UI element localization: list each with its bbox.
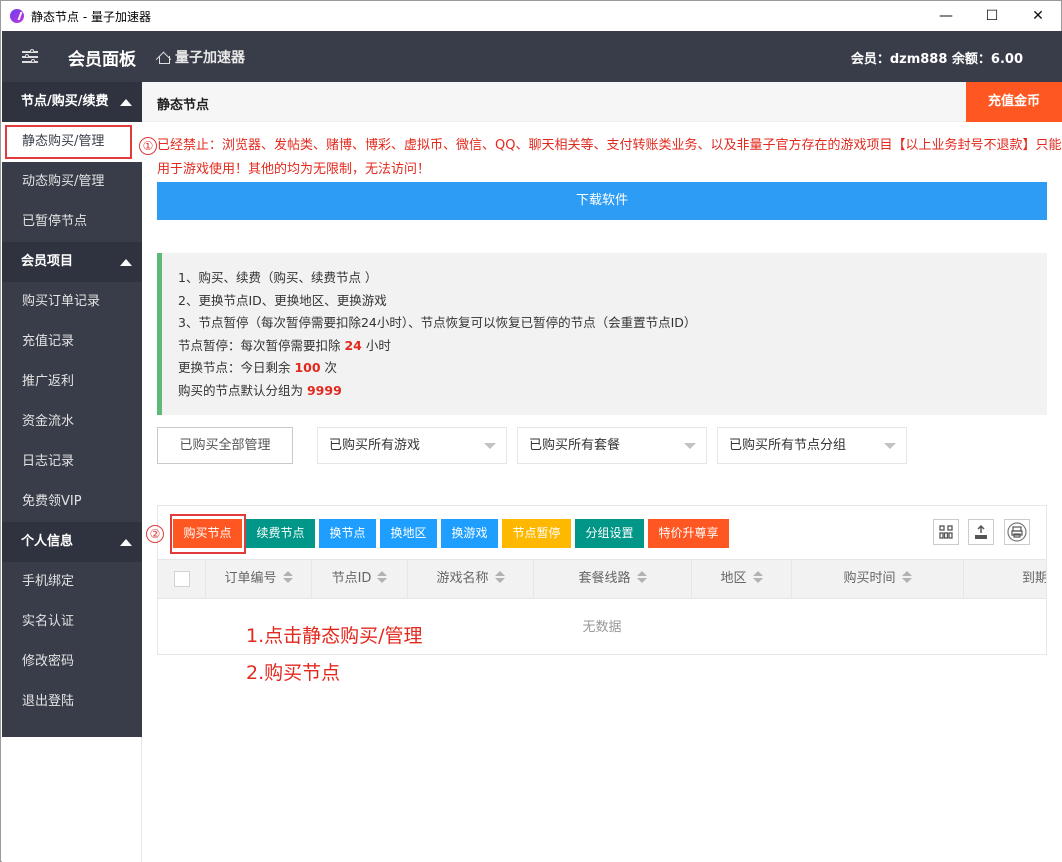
change-region-button[interactable]: 换地区 — [380, 519, 437, 548]
column-header[interactable]: 游戏名称 — [408, 560, 534, 598]
sort-icon[interactable] — [901, 571, 912, 583]
game-select[interactable]: 已购买所有游戏 — [317, 427, 507, 464]
sidebar-group-member[interactable]: 会员项目 — [2, 242, 142, 282]
annotation-step2: 2.购买节点 — [246, 662, 341, 684]
title-bar: 静态节点 - 量子加速器 — ☐ ✕ — [1, 1, 1061, 31]
export-icon[interactable] — [968, 519, 994, 545]
upgrade-premium-button[interactable]: 特价升尊享 — [648, 519, 729, 548]
sidebar-item-paused-nodes[interactable]: 已暂停节点 — [2, 202, 142, 242]
dropdown-arrow-icon — [684, 443, 696, 449]
step-marker-2: ② — [146, 525, 164, 543]
main-content: 静态节点 充值金币 ① 已经禁止：浏览器、发帖类、赌博、博彩、虚拟币、微信、QQ… — [139, 82, 1062, 862]
home-icon — [157, 51, 171, 64]
info-line: 3、节点暂停（每次暂停需要扣除24小时）、节点恢复可以恢复已暂停的节点（会重置节… — [178, 315, 697, 330]
app-logo-icon — [10, 9, 24, 23]
column-header[interactable]: 地区 — [692, 560, 792, 598]
column-header[interactable]: 订单编号 — [206, 560, 312, 598]
recharge-button[interactable]: 充值金币 — [966, 82, 1062, 122]
sort-icon[interactable] — [377, 571, 388, 583]
window-title: 静态节点 - 量子加速器 — [31, 10, 151, 24]
dropdown-arrow-icon — [484, 443, 496, 449]
sidebar-tail — [2, 737, 142, 862]
sidebar-item-funds[interactable]: 资金流水 — [2, 402, 142, 442]
member-balance: 会员：dzm888 余额：6.00 — [850, 52, 1023, 67]
column-header[interactable]: 套餐线路 — [534, 560, 692, 598]
print-icon[interactable] — [1004, 519, 1030, 545]
info-box: 1、购买、续费（购买、续费节点 ） 2、更换节点ID、更换地区、更换游戏 3、节… — [157, 253, 1047, 415]
annotation-step1: 1.点击静态购买/管理 — [246, 625, 423, 647]
renew-node-button[interactable]: 续费节点 — [246, 519, 315, 548]
sidebar: 节点/购买/续费 静态购买/管理 动态购买/管理 已暂停节点 会员项目 购买订单… — [2, 82, 142, 737]
table-header: 订单编号 节点ID 游戏名称 套餐线路 地区 购买时间 到期 — [158, 560, 1046, 599]
dropdown-arrow-icon — [884, 443, 896, 449]
columns-icon[interactable] — [933, 519, 959, 545]
minimize-button[interactable]: — — [923, 1, 969, 31]
caret-up-icon — [120, 539, 132, 546]
column-header[interactable]: 节点ID — [312, 560, 408, 598]
top-header: 会员面板 量子加速器 会员：dzm888 余额：6.00 — [2, 31, 1062, 82]
sidebar-item-realname[interactable]: 实名认证 — [2, 602, 142, 642]
page-header: 静态节点 充值金币 — [142, 82, 1062, 122]
manage-all-button[interactable]: 已购买全部管理 — [157, 427, 293, 464]
select-all-cell — [158, 560, 206, 598]
pause-node-button[interactable]: 节点暂停 — [502, 519, 571, 548]
sidebar-item-orders[interactable]: 购买订单记录 — [2, 282, 142, 322]
change-node-button[interactable]: 换节点 — [319, 519, 376, 548]
group-info: 购买的节点默认分组为 9999 — [178, 382, 342, 398]
caret-up-icon — [120, 259, 132, 266]
sidebar-group-nodes[interactable]: 节点/购买/续费 — [2, 82, 142, 122]
sliders-menu-icon[interactable] — [22, 48, 38, 64]
home-link[interactable]: 量子加速器 — [157, 47, 245, 67]
change-info: 更换节点：今日剩余 100 次 — [178, 360, 338, 375]
panel-title: 会员面板 — [68, 50, 136, 70]
sidebar-item-static-purchase[interactable]: 静态购买/管理 — [2, 122, 142, 162]
sidebar-item-phone[interactable]: 手机绑定 — [2, 562, 142, 602]
info-line: 2、更换节点ID、更换地区、更换游戏 — [178, 292, 387, 308]
table-toolbar: 购买节点 续费节点 换节点 换地区 换游戏 节点暂停 分组设置 特价升尊享 — [158, 506, 1046, 560]
page-title: 静态节点 — [157, 98, 210, 113]
package-select[interactable]: 已购买所有套餐 — [517, 427, 707, 464]
sidebar-item-free-vip[interactable]: 免费领VIP — [2, 482, 142, 522]
sort-icon[interactable] — [636, 571, 647, 583]
column-header[interactable]: 购买时间 — [792, 560, 964, 598]
download-button[interactable]: 下载软件 — [157, 182, 1047, 220]
restriction-notice: 已经禁止：浏览器、发帖类、赌博、博彩、虚拟币、微信、QQ、聊天相关等、支付转账类… — [157, 138, 1062, 177]
sidebar-item-recharge-records[interactable]: 充值记录 — [2, 322, 142, 362]
caret-up-icon — [120, 99, 132, 106]
pause-info: 节点暂停：每次暂停需要扣除 24 小时 — [178, 337, 391, 353]
maximize-button[interactable]: ☐ — [969, 1, 1015, 31]
sidebar-item-dynamic-purchase[interactable]: 动态购买/管理 — [2, 162, 142, 202]
app-window: 静态节点 - 量子加速器 — ☐ ✕ 会员面板 量子加速器 会员：dzm888 … — [0, 0, 1062, 862]
sidebar-item-logout[interactable]: 退出登陆 — [2, 682, 142, 722]
sort-icon[interactable] — [752, 571, 763, 583]
group-select[interactable]: 已购买所有节点分组 — [717, 427, 907, 464]
sidebar-item-password[interactable]: 修改密码 — [2, 642, 142, 682]
sidebar-group-personal[interactable]: 个人信息 — [2, 522, 142, 562]
sort-icon[interactable] — [282, 571, 293, 583]
sort-icon[interactable] — [494, 571, 505, 583]
sidebar-item-referral[interactable]: 推广返利 — [2, 362, 142, 402]
column-header[interactable]: 到期 — [964, 560, 1046, 598]
home-label: 量子加速器 — [175, 50, 245, 66]
buy-node-button[interactable]: 购买节点 — [173, 519, 242, 548]
info-line: 1、购买、续费（购买、续费节点 ） — [178, 270, 378, 285]
change-game-button[interactable]: 换游戏 — [441, 519, 498, 548]
group-settings-button[interactable]: 分组设置 — [575, 519, 644, 548]
close-button[interactable]: ✕ — [1015, 1, 1061, 31]
select-all-checkbox[interactable] — [174, 571, 190, 587]
sidebar-item-logs[interactable]: 日志记录 — [2, 442, 142, 482]
step-marker-1: ① — [139, 137, 157, 155]
filter-bar: 已购买全部管理 已购买所有游戏 已购买所有套餐 已购买所有节点分组 — [157, 427, 1047, 464]
